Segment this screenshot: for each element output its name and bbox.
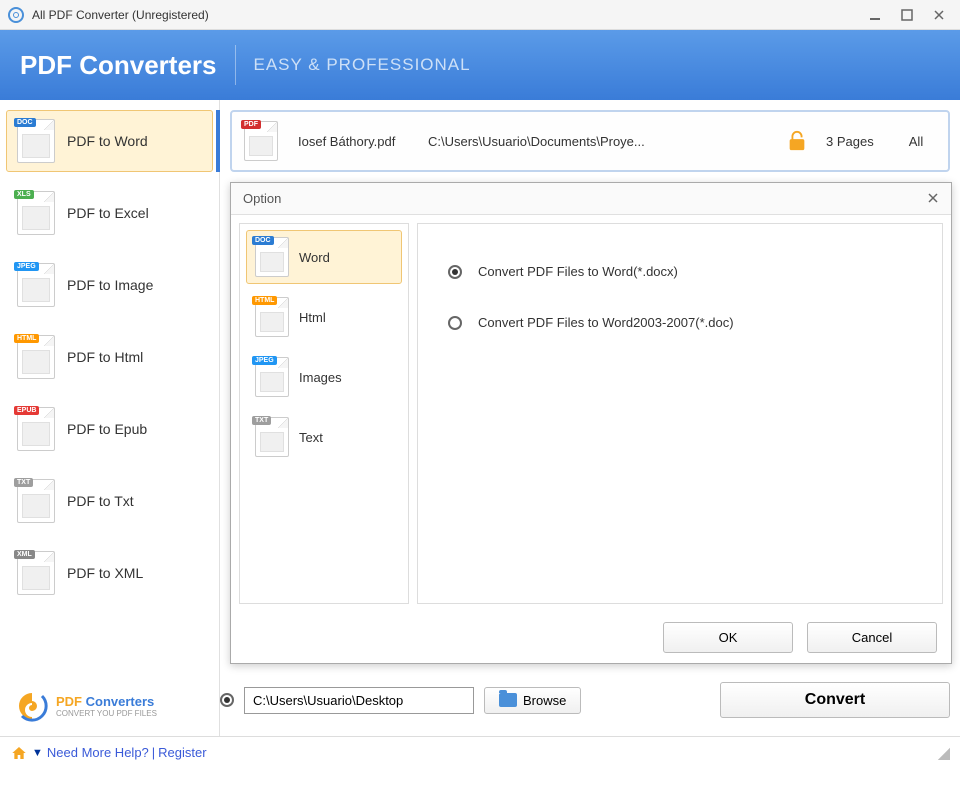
folder-icon — [499, 693, 517, 707]
output-path-input[interactable] — [244, 687, 474, 714]
sidebar-item-label: PDF to Html — [67, 349, 143, 365]
footer-separator: | — [152, 745, 155, 760]
epub-icon: EPUB — [17, 407, 55, 451]
home-icon — [10, 745, 28, 761]
convert-button[interactable]: Convert — [720, 682, 950, 718]
dialog-tab-label: Html — [299, 310, 326, 325]
header-divider — [235, 45, 236, 85]
dialog-tabs: DOC Word HTML Html JPEG Images TXT Text — [239, 223, 409, 604]
logo-pdf: PDF — [56, 694, 82, 709]
dialog-tab-label: Text — [299, 430, 323, 445]
option-doc[interactable]: Convert PDF Files to Word2003-2007(*.doc… — [448, 315, 912, 330]
dialog-title: Option — [243, 191, 927, 206]
dialog-tab-text[interactable]: TXT Text — [246, 410, 402, 464]
xml-icon: XML — [17, 551, 55, 595]
window-title: All PDF Converter (Unregistered) — [32, 8, 868, 22]
dialog-panel: Convert PDF Files to Word(*.docx) Conver… — [417, 223, 943, 604]
file-range: All — [896, 134, 936, 149]
content: PDF Iosef Báthory.pdf C:\Users\Usuario\D… — [220, 100, 960, 736]
minimize-button[interactable] — [868, 8, 882, 22]
browse-button[interactable]: Browse — [484, 687, 581, 714]
dialog-tab-images[interactable]: JPEG Images — [246, 350, 402, 404]
dialog-footer: OK Cancel — [231, 612, 951, 663]
sidebar-item-label: PDF to Epub — [67, 421, 147, 437]
file-name: Iosef Báthory.pdf — [298, 134, 428, 149]
html-icon: HTML — [17, 335, 55, 379]
resize-grip[interactable]: ◢ — [938, 743, 950, 763]
dialog-header: Option — [231, 183, 951, 215]
logo-conv: Converters — [82, 694, 154, 709]
statusbar: ▼ Need More Help? | Register ◢ — [0, 736, 960, 768]
radio-icon — [448, 316, 462, 330]
cancel-button[interactable]: Cancel — [807, 622, 937, 653]
close-button[interactable] — [932, 8, 946, 22]
titlebar: All PDF Converter (Unregistered) — [0, 0, 960, 30]
browse-label: Browse — [523, 693, 566, 708]
txt-icon: TXT — [255, 417, 289, 457]
radio-icon — [448, 265, 462, 279]
header: PDF Converters EASY & PROFESSIONAL — [0, 30, 960, 100]
sidebar-item-pdf-to-image[interactable]: JPEG PDF to Image — [6, 254, 213, 316]
chevron-down-icon[interactable]: ▼ — [32, 747, 43, 759]
logo-sub: CONVERT YOU PDF FILES — [56, 709, 157, 718]
sidebar-item-pdf-to-epub[interactable]: EPUB PDF to Epub — [6, 398, 213, 460]
sidebar-item-pdf-to-txt[interactable]: TXT PDF to Txt — [6, 470, 213, 532]
sidebar-item-pdf-to-xml[interactable]: XML PDF to XML — [6, 542, 213, 604]
option-label: Convert PDF Files to Word(*.docx) — [478, 264, 678, 279]
file-pages: 3 Pages — [826, 134, 896, 149]
sidebar-item-pdf-to-html[interactable]: HTML PDF to Html — [6, 326, 213, 388]
dialog-tab-html[interactable]: HTML Html — [246, 290, 402, 344]
swirl-icon — [16, 690, 48, 722]
doc-icon: DOC — [17, 119, 55, 163]
app-icon — [8, 7, 24, 23]
html-icon: HTML — [255, 297, 289, 337]
register-link[interactable]: Register — [158, 745, 206, 760]
dialog-tab-label: Images — [299, 370, 342, 385]
filerow-selection-indicator — [216, 110, 220, 172]
footer-logo: PDF Converters CONVERT YOU PDF FILES — [0, 690, 210, 722]
sidebar-item-pdf-to-word[interactable]: DOC PDF to Word — [6, 110, 213, 172]
xls-icon: XLS — [17, 191, 55, 235]
dialog-tab-label: Word — [299, 250, 330, 265]
sidebar-item-label: PDF to Word — [67, 133, 148, 149]
lock-icon — [786, 130, 808, 152]
sidebar-item-label: PDF to XML — [67, 565, 143, 581]
jpeg-icon: JPEG — [17, 263, 55, 307]
sidebar-item-label: PDF to Image — [67, 277, 153, 293]
txt-icon: TXT — [17, 479, 55, 523]
sidebar-item-label: PDF to Txt — [67, 493, 134, 509]
header-title: PDF Converters — [20, 50, 217, 81]
sidebar-item-pdf-to-excel[interactable]: XLS PDF to Excel — [6, 182, 213, 244]
help-link[interactable]: Need More Help? — [47, 745, 149, 760]
pdf-icon: PDF — [244, 121, 278, 161]
option-label: Convert PDF Files to Word2003-2007(*.doc… — [478, 315, 734, 330]
dialog-close-button[interactable] — [927, 191, 939, 207]
file-path: C:\Users\Usuario\Documents\Proye... — [428, 134, 768, 149]
sidebar: DOC PDF to Word XLS PDF to Excel JPEG PD… — [0, 100, 220, 736]
file-list-row[interactable]: PDF Iosef Báthory.pdf C:\Users\Usuario\D… — [230, 110, 950, 172]
maximize-button[interactable] — [900, 8, 914, 22]
output-radio[interactable] — [220, 693, 234, 707]
option-dialog: Option DOC Word HTML Html JPEG — [230, 182, 952, 664]
header-tagline: EASY & PROFESSIONAL — [254, 55, 471, 75]
option-docx[interactable]: Convert PDF Files to Word(*.docx) — [448, 264, 912, 279]
dialog-tab-word[interactable]: DOC Word — [246, 230, 402, 284]
sidebar-item-label: PDF to Excel — [67, 205, 149, 221]
ok-button[interactable]: OK — [663, 622, 793, 653]
doc-icon: DOC — [255, 237, 289, 277]
jpeg-icon: JPEG — [255, 357, 289, 397]
